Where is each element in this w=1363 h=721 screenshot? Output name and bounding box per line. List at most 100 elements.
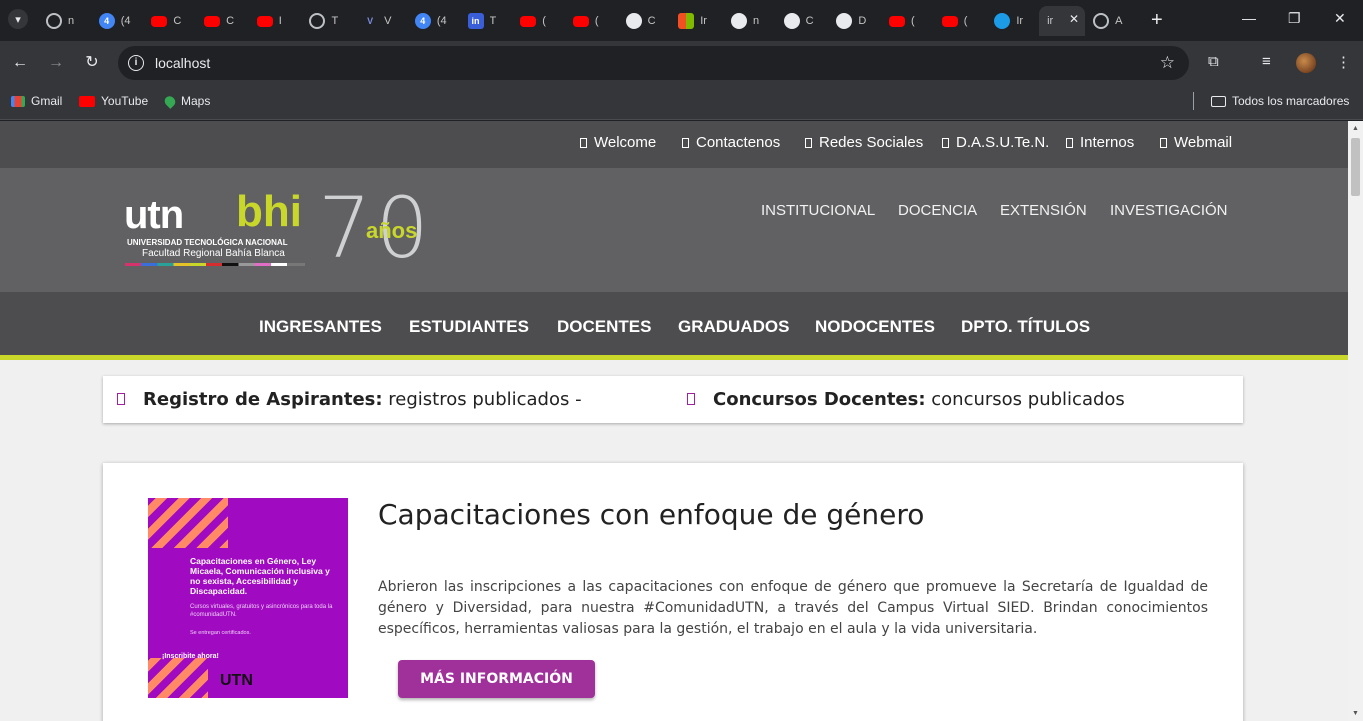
menu-nodocentes[interactable]: NODOCENTES: [815, 317, 935, 337]
all-bookmarks-button[interactable]: Todos los marcadores: [1211, 94, 1349, 108]
scroll-down-icon[interactable]: ▼: [1352, 710, 1359, 717]
browser-tab[interactable]: 4 (4: [91, 6, 144, 36]
extensions-icon[interactable]: ⧉: [1208, 53, 1219, 70]
browser-tab[interactable]: A: [1085, 6, 1138, 36]
tab-title: Ir: [1016, 15, 1024, 27]
flyer-stripes-top: [148, 498, 228, 548]
topnav-contactenos[interactable]: Contactenos: [682, 134, 780, 151]
logo-color-stripes: [125, 263, 305, 266]
youtube-icon: [79, 95, 95, 107]
bookmark-star-icon[interactable]: ☆: [1160, 53, 1175, 73]
menu-institucional[interactable]: INSTITUCIONAL: [761, 202, 875, 219]
browser-tab[interactable]: C: [143, 6, 196, 36]
topnav-welcome[interactable]: Welcome: [580, 134, 656, 151]
tab-title: T: [331, 15, 339, 27]
browser-tab[interactable]: C: [196, 6, 249, 36]
menu-ingresantes[interactable]: INGRESANTES: [259, 317, 382, 337]
link-icon: [682, 137, 689, 148]
utn-bhi-logo[interactable]: utn bhi UNIVERSIDAD TECNOLÓGICA NACIONAL…: [124, 179, 444, 277]
new-tab-button[interactable]: +: [1151, 10, 1163, 30]
topnav-internos[interactable]: Internos: [1066, 134, 1134, 151]
maps-icon: [162, 93, 178, 109]
logo-bhi: bhi: [236, 187, 302, 236]
flyer-certificates: Se entregan certificados.: [190, 630, 251, 636]
flyer-subtext: Cursos virtuales, gratuitos y asincrónic…: [190, 604, 333, 618]
browser-tab[interactable]: n: [38, 6, 91, 36]
forward-button[interactable]: →: [46, 53, 66, 73]
globe-icon: [46, 13, 62, 29]
browser-tab[interactable]: VV: [354, 6, 407, 36]
scroll-up-icon[interactable]: ▲: [1352, 125, 1359, 132]
url-text[interactable]: localhost: [155, 55, 210, 71]
reload-button[interactable]: ↻: [82, 53, 102, 73]
browser-tab-active[interactable]: ir ✕: [1039, 6, 1086, 36]
bookmark-maps[interactable]: Maps: [162, 93, 211, 109]
ticker-item-registro[interactable]: Registro de Aspirantes: registros public…: [117, 389, 582, 410]
bookmark-youtube[interactable]: YouTube: [79, 94, 148, 108]
menu-dpto-titulos[interactable]: DPTO. TÍTULOS: [961, 317, 1090, 337]
close-window-icon[interactable]: ✕: [1334, 10, 1346, 27]
site-info-icon[interactable]: i: [128, 55, 144, 71]
browser-tab[interactable]: T: [301, 6, 354, 36]
restore-icon[interactable]: ❐: [1288, 10, 1301, 27]
youtube-icon: [151, 15, 168, 27]
tab-title: ir: [1047, 15, 1054, 27]
tab-title: C: [173, 15, 182, 27]
logo-anios: años: [366, 218, 418, 243]
menu-icon[interactable]: ⋮: [1336, 53, 1351, 71]
link-icon: [1066, 137, 1073, 148]
browser-tab[interactable]: C: [776, 6, 829, 36]
tab-title: (: [594, 15, 599, 27]
menu-docencia[interactable]: DOCENCIA: [898, 202, 977, 219]
link-icon: [942, 137, 949, 148]
edge-icon: [994, 13, 1011, 29]
menu-graduados[interactable]: GRADUADOS: [678, 317, 789, 337]
close-tab-icon[interactable]: ✕: [1069, 12, 1079, 26]
flyer-stripes-bottom: [148, 658, 208, 698]
logo-university-name: UNIVERSIDAD TECNOLÓGICA NACIONAL: [127, 238, 288, 247]
browser-tab[interactable]: in T: [460, 6, 513, 36]
topnav-dasuten[interactable]: D.A.S.U.Te.N.: [942, 134, 1049, 151]
address-bar[interactable]: i localhost ☆: [118, 46, 1189, 80]
bookmark-gmail[interactable]: Gmail: [11, 94, 62, 108]
youtube-icon: [889, 15, 905, 27]
topnav-redes-sociales[interactable]: Redes Sociales: [805, 134, 923, 151]
menu-estudiantes[interactable]: ESTUDIANTES: [409, 317, 529, 337]
bookmark-label: Maps: [181, 94, 211, 108]
tab-strip: ▾ n 4 (4 C C I T V V 4 (4 in T ((C Ir n C D ((Ir ir ✕ A + — ❐…: [0, 0, 1363, 41]
page-scrollbar[interactable]: ▲ ▼: [1348, 121, 1363, 721]
tab-title: C: [226, 15, 235, 27]
profile-avatar[interactable]: [1296, 53, 1316, 73]
browser-tab[interactable]: I: [249, 6, 302, 36]
browser-tab[interactable]: (: [934, 6, 987, 36]
browser-tab[interactable]: 4 (4: [407, 6, 460, 36]
menu-investigacion[interactable]: INVESTIGACIÓN: [1110, 202, 1228, 219]
ticker-title: Registro de Aspirantes:: [143, 389, 383, 410]
github-icon: [730, 13, 747, 29]
more-info-button[interactable]: MÁS INFORMACIÓN: [398, 660, 595, 698]
tab-search-button[interactable]: ▾: [8, 9, 28, 29]
topnav-webmail[interactable]: Webmail: [1160, 134, 1232, 151]
bookmark-label: Gmail: [31, 94, 63, 108]
topnav-label: Welcome: [594, 134, 657, 151]
back-button[interactable]: ←: [10, 53, 30, 73]
tab-list: n 4 (4 C C I T V V 4 (4 in T ((C Ir n C D ((Ir ir ✕ A: [38, 6, 1138, 36]
menu-extension[interactable]: EXTENSIÓN: [1000, 202, 1087, 219]
browser-tab[interactable]: Ir: [670, 6, 723, 36]
media-control-icon[interactable]: ≡: [1262, 53, 1271, 70]
minimize-icon[interactable]: —: [1242, 10, 1256, 26]
bookmarks-separator: [1193, 92, 1194, 110]
browser-tab[interactable]: Ir: [986, 6, 1039, 36]
browser-tab[interactable]: D: [828, 6, 881, 36]
menu-docentes[interactable]: DOCENTES: [557, 317, 651, 337]
browser-tab[interactable]: (: [512, 6, 565, 36]
browser-tab[interactable]: (: [565, 6, 618, 36]
news-flyer-image[interactable]: Capacitaciones en Género, Ley Micaela, C…: [148, 498, 348, 698]
browser-tab[interactable]: n: [723, 6, 776, 36]
browser-tab[interactable]: C: [618, 6, 671, 36]
browser-tab[interactable]: (: [881, 6, 934, 36]
flyer-utn-logo: UTN: [220, 672, 253, 689]
scrollbar-thumb[interactable]: [1351, 138, 1360, 196]
link-icon: [805, 137, 812, 148]
ticker-item-concursos[interactable]: Concursos Docentes: concursos publicados: [687, 389, 1125, 410]
